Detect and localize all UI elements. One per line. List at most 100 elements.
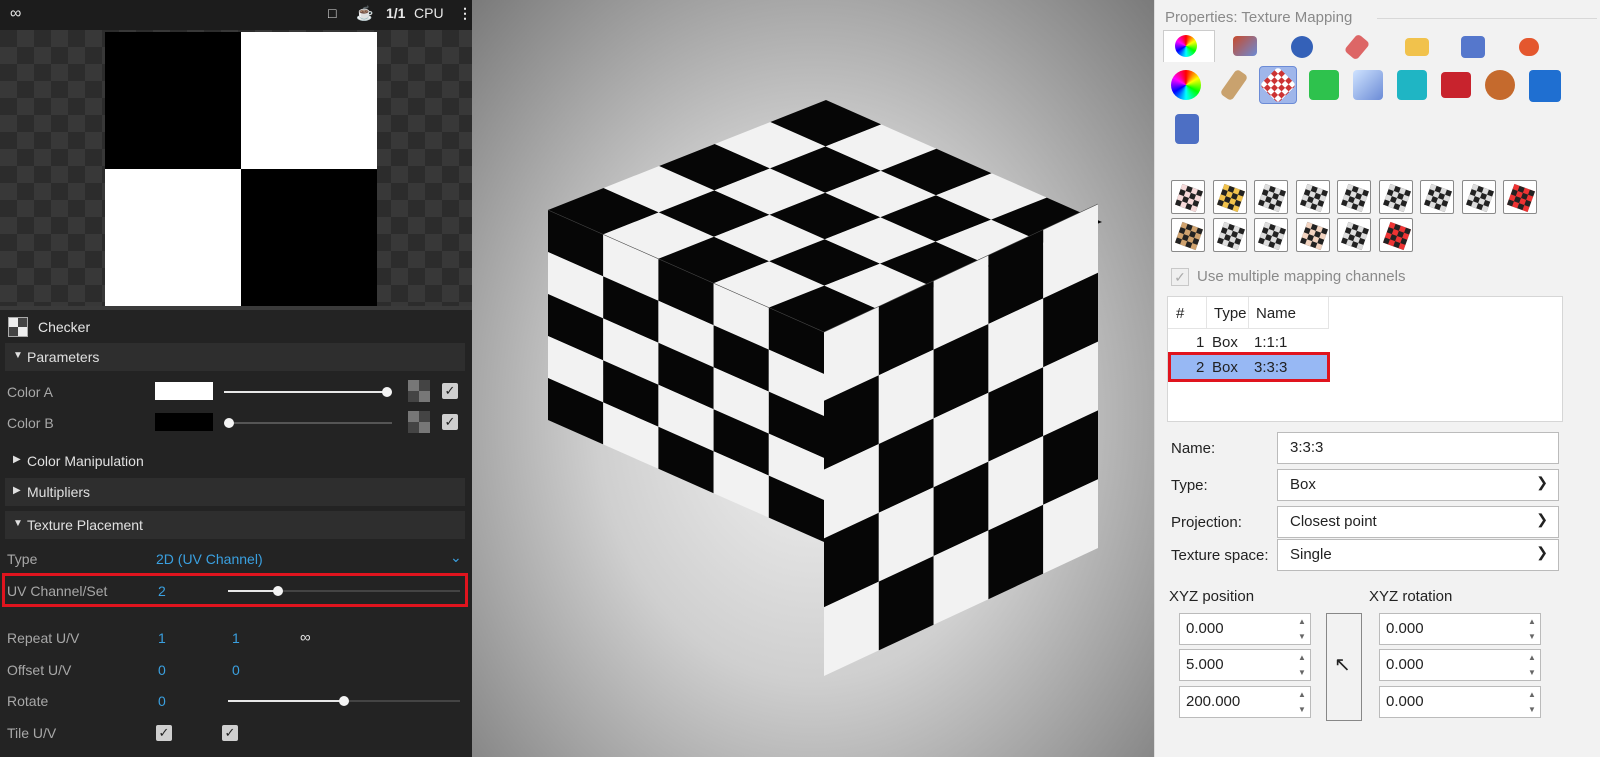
type-label: Type xyxy=(7,551,38,567)
texture-space-select[interactable]: Single ❯ xyxy=(1277,539,1559,571)
type-dropdown[interactable]: 2D (UV Channel) xyxy=(156,551,263,567)
gumball-mapping-button[interactable] xyxy=(1254,218,1288,252)
cylinder-mapping-button[interactable] xyxy=(1378,180,1413,214)
projection-select[interactable]: Closest point ❯ xyxy=(1277,506,1559,538)
column-header[interactable]: Name xyxy=(1256,305,1296,322)
edge-softening-icon[interactable] xyxy=(1397,70,1427,100)
rotation-x-field[interactable]: 0.000 ▲ ▼ xyxy=(1379,613,1541,645)
spinner-arrows-icon[interactable]: ▲ ▼ xyxy=(1524,650,1540,680)
rotate-slider[interactable] xyxy=(228,696,460,706)
displacement-icon[interactable] xyxy=(1309,70,1339,100)
custom-mapping-button[interactable] xyxy=(1503,180,1537,214)
section-parameters[interactable]: ▼ Parameters xyxy=(5,343,465,371)
position-x-value: 0.000 xyxy=(1186,620,1224,637)
cube-mapping-button[interactable] xyxy=(1420,180,1454,214)
texture-preview xyxy=(0,30,472,306)
decal-icon[interactable] xyxy=(1219,68,1249,102)
section-color-manipulation[interactable]: ▶ Color Manipulation xyxy=(5,447,465,475)
table-row[interactable]: 1 Box 1:1:1 xyxy=(1168,330,1328,354)
section-texture-placement[interactable]: ▼ Texture Placement xyxy=(5,511,465,539)
highlight-box xyxy=(2,573,468,607)
section-multipliers[interactable]: ▶ Multipliers xyxy=(5,478,465,506)
lock-link-icon[interactable]: ∞ xyxy=(300,629,311,646)
resolution-selector[interactable]: 1/1 xyxy=(386,5,405,21)
rotation-z-field[interactable]: 0.000 ▲ ▼ xyxy=(1379,686,1541,718)
rotate-value[interactable]: 0 xyxy=(158,693,166,709)
pencil-icon[interactable] xyxy=(1343,33,1371,61)
fur-icon[interactable] xyxy=(1485,70,1515,100)
use-multiple-label: Use multiple mapping channels xyxy=(1197,268,1406,285)
render-device-selector[interactable]: CPU xyxy=(414,5,444,21)
slider-knob[interactable] xyxy=(382,387,392,397)
box-gumball-button[interactable] xyxy=(1337,218,1371,252)
position-x-field[interactable]: 0.000 ▲ ▼ xyxy=(1179,613,1311,645)
spinner-arrows-icon[interactable]: ▲ ▼ xyxy=(1524,687,1540,717)
color-a-swatch[interactable] xyxy=(155,382,213,400)
v-ray-icon[interactable] xyxy=(1529,70,1561,102)
extract-mapping-button[interactable] xyxy=(1171,180,1205,214)
color-b-checkbox[interactable]: ✓ xyxy=(442,414,458,430)
repeat-v-value[interactable]: 1 xyxy=(232,630,240,646)
spinner-arrows-icon[interactable]: ▲ ▼ xyxy=(1294,650,1310,680)
toolbox-icon[interactable] xyxy=(1441,72,1471,98)
spinner-arrows-icon[interactable]: ▲ ▼ xyxy=(1524,614,1540,644)
splitter[interactable] xyxy=(0,306,472,310)
texture-slot-icon[interactable] xyxy=(408,380,430,402)
link-icon[interactable]: ∞ xyxy=(10,5,21,23)
position-z-field[interactable]: 200.000 ▲ ▼ xyxy=(1179,686,1311,718)
spinner-arrows-icon[interactable]: ▲ ▼ xyxy=(1294,614,1310,644)
planar-gumball-button[interactable] xyxy=(1295,218,1330,252)
duck-mapping-button[interactable] xyxy=(1212,180,1247,214)
help-icon[interactable] xyxy=(1461,36,1485,58)
planar-mapping-button[interactable] xyxy=(1254,180,1288,214)
ocs-mapping-icon xyxy=(1216,221,1245,251)
more-menu-icon[interactable]: ⋮ xyxy=(458,5,472,22)
rotation-y-field[interactable]: 0.000 ▲ ▼ xyxy=(1379,649,1541,681)
bomb-icon[interactable] xyxy=(1291,36,1313,58)
render-viewport[interactable] xyxy=(472,0,1154,757)
material-icon[interactable] xyxy=(1171,70,1201,100)
offset-u-value[interactable]: 0 xyxy=(158,662,166,678)
param-color-a: Color A ✓ xyxy=(0,377,472,407)
spinner-arrows-icon[interactable]: ▲ ▼ xyxy=(1294,687,1310,717)
type-select[interactable]: Box ❯ xyxy=(1277,469,1559,501)
teapot-icon[interactable]: ☕ xyxy=(356,5,373,22)
sun-icon[interactable] xyxy=(1519,38,1539,56)
color-a-label: Color A xyxy=(7,384,53,400)
color-b-swatch[interactable] xyxy=(155,413,213,431)
uv-editor-button[interactable] xyxy=(1378,218,1413,252)
texture-slot-icon[interactable] xyxy=(408,411,430,433)
ocs-mapping-button[interactable] xyxy=(1212,218,1247,252)
surface-mapping-button[interactable] xyxy=(1461,180,1496,214)
stop-icon[interactable]: □ xyxy=(328,5,336,21)
tile-v-checkbox[interactable]: ✓ xyxy=(222,725,238,741)
sphere-mapping-button[interactable] xyxy=(1337,180,1371,214)
texture-space-label: Texture space: xyxy=(1171,547,1269,564)
texture-space-value: Single xyxy=(1290,546,1332,563)
section-label: Color Manipulation xyxy=(27,453,144,469)
color-a-checkbox[interactable]: ✓ xyxy=(442,383,458,399)
color-a-slider[interactable] xyxy=(224,387,392,397)
column-header[interactable]: # xyxy=(1176,305,1184,322)
color-wheel-icon xyxy=(1175,35,1197,57)
box-icon[interactable] xyxy=(1353,70,1383,100)
object-icon[interactable] xyxy=(1233,36,1257,56)
row-number: 1 xyxy=(1196,334,1205,351)
slider-knob[interactable] xyxy=(224,418,234,428)
repeat-u-value[interactable]: 1 xyxy=(158,630,166,646)
box-mapping-button[interactable] xyxy=(1295,180,1330,214)
tile-u-checkbox[interactable]: ✓ xyxy=(156,725,172,741)
name-field[interactable]: 3:3:3 xyxy=(1277,432,1559,464)
pick-point-button[interactable]: ↖ xyxy=(1326,613,1362,721)
database-icon[interactable] xyxy=(1175,114,1199,144)
column-header[interactable]: Type xyxy=(1214,305,1247,322)
slider-knob[interactable] xyxy=(339,696,349,706)
chevron-down-icon[interactable]: ⌄ xyxy=(450,549,462,566)
position-y-field[interactable]: 5.000 ▲ ▼ xyxy=(1179,649,1311,681)
offset-v-value[interactable]: 0 xyxy=(232,662,240,678)
use-multiple-checkbox[interactable]: ✓ xyxy=(1171,268,1189,286)
folder-icon[interactable] xyxy=(1405,38,1429,56)
color-b-slider[interactable] xyxy=(224,418,392,428)
chevron-right-icon: ▶ xyxy=(13,485,21,496)
paint-brush-button[interactable] xyxy=(1171,218,1205,252)
